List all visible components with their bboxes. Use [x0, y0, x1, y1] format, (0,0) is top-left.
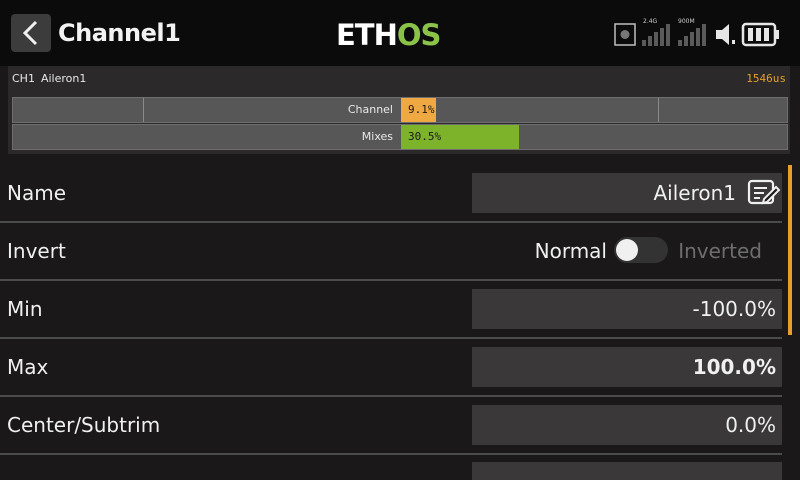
center-row: Center/Subtrim 0.0% — [0, 397, 782, 455]
rf-24g-label: 2.4G — [643, 18, 658, 25]
next-field-partial[interactable] — [472, 462, 782, 480]
top-bar: Channel1 ETHOS 2.4G 900M — [0, 0, 800, 66]
svg-text:ETHOS: ETHOS — [336, 18, 440, 49]
bar-label: Mixes — [361, 130, 393, 143]
bar-label: Channel — [347, 103, 393, 116]
monitor-header: CH1 Aileron1 — [12, 72, 86, 85]
channel-id: CH1 — [12, 72, 35, 85]
channel-name: Aileron1 — [40, 72, 87, 85]
min-field[interactable]: -100.0% — [472, 289, 782, 329]
invert-label: Invert — [7, 239, 66, 263]
back-chevron-icon — [22, 20, 38, 46]
mixes-bar: Mixes 30.5% — [12, 124, 788, 150]
max-label: Max — [7, 355, 49, 379]
scrollbar[interactable] — [788, 165, 792, 335]
ethos-logo: ETHOS — [336, 18, 441, 49]
page-title: Channel1 — [58, 19, 181, 47]
min-label: Min — [7, 297, 43, 321]
invert-toggle[interactable] — [614, 237, 668, 263]
toggle-knob — [616, 239, 638, 261]
channel-bar: Channel 9.1% — [12, 97, 788, 123]
channel-bar-value: 9.1% — [408, 103, 435, 116]
max-field[interactable]: 100.0% — [472, 347, 782, 387]
invert-row: Invert Normal Inverted — [0, 223, 782, 281]
bar-tick — [143, 98, 144, 122]
min-value: -100.0% — [692, 297, 776, 321]
name-row: Name Aileron1 — [0, 165, 782, 223]
center-value: 0.0% — [725, 413, 776, 437]
center-label: Center/Subtrim — [7, 413, 161, 437]
bar-tick — [658, 98, 659, 122]
rf-900m-label: 900M — [678, 18, 695, 25]
max-row: Max 100.0% — [0, 339, 782, 397]
center-field[interactable]: 0.0% — [472, 405, 782, 445]
status-area: 2.4G 900M — [612, 14, 792, 50]
back-button[interactable] — [11, 14, 51, 52]
name-value: Aileron1 — [653, 181, 736, 205]
status-icons — [614, 22, 779, 47]
max-value: 100.0% — [692, 355, 776, 379]
name-field[interactable]: Aileron1 — [472, 173, 782, 213]
invert-control: Normal Inverted — [462, 235, 762, 265]
channel-output-us: 1546us — [746, 72, 786, 85]
channel-monitor: CH1 Aileron1 1546us Channel 9.1% Mixes 30… — [8, 66, 790, 154]
min-row: Min -100.0% — [0, 281, 782, 339]
mixes-bar-value: 30.5% — [408, 130, 442, 143]
edit-icon[interactable] — [746, 178, 780, 208]
name-label: Name — [7, 181, 67, 205]
invert-normal-label: Normal — [534, 239, 607, 263]
invert-inverted-label: Inverted — [678, 239, 762, 263]
